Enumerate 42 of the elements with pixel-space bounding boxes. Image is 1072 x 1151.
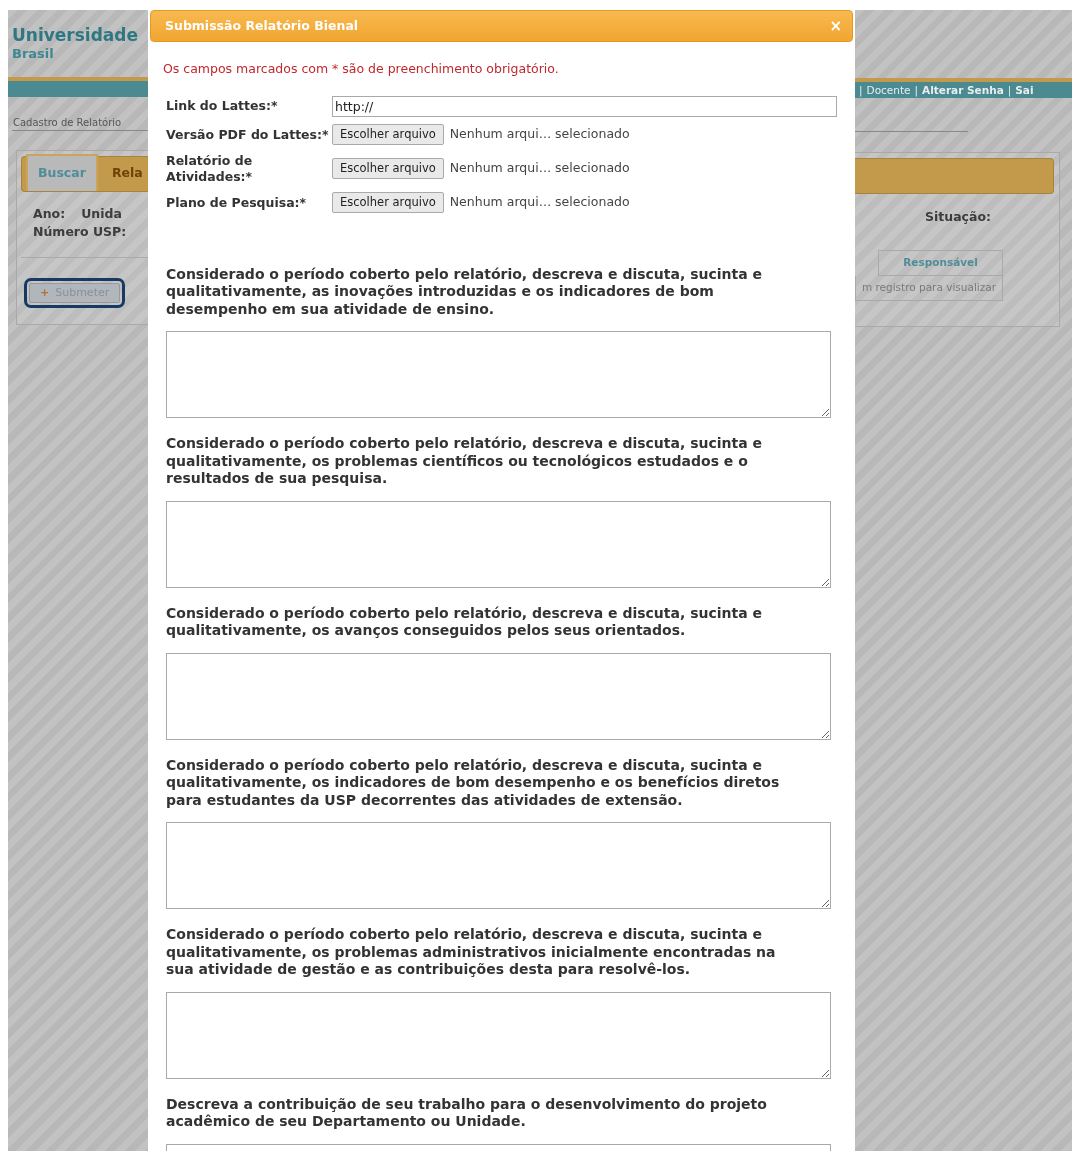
answer-box[interactable] (166, 991, 831, 1079)
answer-box[interactable] (166, 822, 831, 910)
answer-box[interactable] (166, 500, 831, 588)
file-status: Nenhum arqui… selecionado (449, 193, 630, 212)
close-button[interactable]: × (829, 18, 842, 34)
question-text: Considerado o período coberto pelo relatório, descreva e discuta, sucinta e qualitativamente, os indicadores de bom desempenho e os benefícios diretos para estudantes da USP decorrentes das atividades de extensão. (166, 756, 781, 810)
field-label: Relatório de Atividades:* (166, 152, 254, 185)
field-label: Situação: (924, 208, 993, 226)
separator: | (859, 83, 863, 98)
choose-file-button[interactable]: Escolher arquivo (332, 192, 444, 214)
plus-icon: + (40, 286, 50, 299)
field-label: Unida (81, 205, 122, 223)
nav-link-text[interactable]: Sai (1015, 82, 1034, 98)
separator: | (1007, 83, 1012, 98)
logo-title: Universidade (11, 24, 139, 46)
question-text: Considerado o período coberto pelo relatório, descreva e discuta, sucinta e qualitativamente, os problemas administrativos inicialmente encontradas na sua atividade de gestão e as contribuições desta para resolvê-los. (166, 926, 777, 979)
table-header-cell: Responsável (878, 250, 1003, 276)
text-field[interactable]: http:// (332, 95, 837, 117)
table-cell: m registro para visualizar (855, 275, 1003, 301)
question-text: Considerado o período coberto pelo relatório, descreva e discuta, sucinta e qualitativamente, os problemas científicos ou tecnológicos estudados e o resultados de sua pesquisa. (166, 435, 763, 488)
choose-file-button[interactable]: Escolher arquivo (332, 158, 444, 180)
separator: | (914, 83, 919, 98)
modal-title: Submissão Relatório Bienal (165, 16, 359, 35)
file-status: Nenhum arqui… selecionado (449, 159, 630, 178)
file-status: Nenhum arqui… selecionado (449, 125, 630, 144)
field-label: Versão PDF do Lattes:* (166, 126, 330, 143)
tab[interactable]: Buscar (26, 154, 98, 191)
question-text: Considerado o período coberto pelo relatório, descreva e discuta, sucinta e qualitativamente, as inovações introduzidas e os indicadores de bom desempenho em sua atividade de ensino. (166, 265, 763, 319)
answer-box[interactable] (166, 652, 831, 740)
question-text: Considerado o período coberto pelo relatório, descreva e discuta, sucinta e qualitativamente, os avanços conseguidos pelos seus orientados. (166, 604, 763, 640)
field-label: Plano de Pesquisa:* (166, 194, 308, 211)
field-label: Ano: (33, 205, 66, 223)
choose-file-button[interactable]: Escolher arquivo (332, 124, 444, 146)
question-text: Descreva a contribuição de seu trabalho para o desenvolvimento do projeto acadêmico de seu Departamento ou Unidade. (166, 1095, 768, 1131)
field-label: Link do Lattes:* (166, 98, 279, 115)
logo-subtitle: Brasil (11, 46, 55, 62)
required-note: Os campos marcados com * são de preenchimento obrigatório. (163, 60, 560, 78)
answer-box[interactable] (166, 331, 831, 419)
nav-link-text[interactable]: Alterar Senha (922, 82, 1004, 98)
nav-link-text[interactable]: Docente (866, 82, 911, 98)
field-label: Número USP: (32, 223, 128, 241)
breadcrumb: Cadastro de Relatório (12, 116, 123, 130)
